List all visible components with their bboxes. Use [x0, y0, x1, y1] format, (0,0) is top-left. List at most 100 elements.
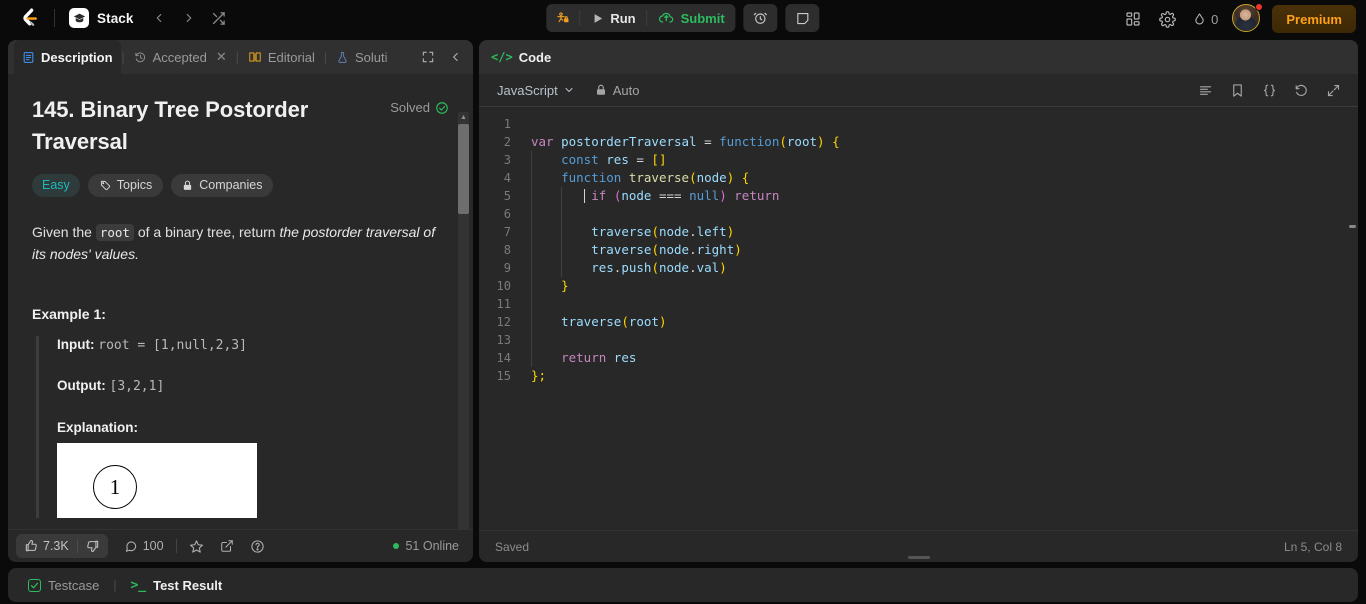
- code-line[interactable]: 6: [479, 205, 1358, 223]
- fullscreen-icon[interactable]: [415, 44, 441, 70]
- code-lines[interactable]: 1 2 var postorderTraversal = function(root…: [479, 107, 1358, 385]
- code-line-text[interactable]: traverse(node.left): [521, 223, 734, 241]
- code-tab[interactable]: </> Code: [491, 50, 551, 65]
- collapse-panel-button[interactable]: [443, 44, 469, 70]
- close-icon[interactable]: ✕: [216, 49, 227, 65]
- companies-label: Companies: [199, 178, 263, 193]
- code-token: ): [817, 134, 825, 149]
- code-line[interactable]: 14 return res: [479, 349, 1358, 367]
- code-line[interactable]: 11: [479, 295, 1358, 313]
- statement-part-1: Given the: [32, 223, 96, 240]
- expand-arrows-icon[interactable]: [1318, 76, 1348, 104]
- tab-description[interactable]: Description: [14, 40, 121, 74]
- streak-counter[interactable]: 0: [1186, 12, 1224, 27]
- code-token: push: [621, 260, 652, 275]
- scrollbar-thumb[interactable]: [458, 124, 469, 214]
- indent-guide: [531, 151, 532, 169]
- code-line[interactable]: 10 }: [479, 277, 1358, 295]
- code-line-text[interactable]: return res: [521, 349, 636, 367]
- tab-test-result[interactable]: >_ Test Result: [126, 578, 226, 593]
- help-button[interactable]: [242, 534, 273, 558]
- code-line[interactable]: 1: [479, 115, 1358, 133]
- tab-editorial[interactable]: Editorial: [240, 40, 323, 74]
- example-output-value: [3,2,1]: [109, 379, 165, 395]
- code-line[interactable]: 8 traverse(node.right): [479, 241, 1358, 259]
- upvote-button[interactable]: 7.3K: [16, 534, 77, 558]
- comments-button[interactable]: 100: [116, 534, 172, 558]
- code-line-text[interactable]: [521, 295, 532, 313]
- favorite-button[interactable]: [181, 534, 212, 558]
- forward-button[interactable]: [176, 5, 202, 31]
- code-line-text[interactable]: res.push(node.val): [521, 259, 727, 277]
- difficulty-chip[interactable]: Easy: [32, 173, 80, 197]
- premium-button[interactable]: Premium: [1272, 5, 1356, 33]
- code-line-text[interactable]: [521, 331, 532, 349]
- code-token: traverse: [628, 170, 690, 185]
- tab-accepted[interactable]: Accepted ✕: [126, 40, 235, 74]
- reset-undo-icon[interactable]: [1286, 76, 1316, 104]
- vote-group: 7.3K: [16, 534, 108, 558]
- code-line-text[interactable]: function traverse(node) {: [521, 169, 749, 187]
- note-button[interactable]: [785, 4, 820, 32]
- code-token: res: [591, 260, 614, 275]
- code-line-text[interactable]: traverse(root): [521, 313, 667, 331]
- code-token: left: [696, 224, 727, 239]
- leetcode-logo-icon[interactable]: [18, 7, 40, 29]
- settings-button[interactable]: [1152, 5, 1182, 33]
- example-input-value: root = [1,null,2,3]: [98, 338, 247, 354]
- code-line-text[interactable]: };: [521, 367, 546, 385]
- curly-braces-icon[interactable]: [1254, 76, 1284, 104]
- code-line-text[interactable]: var postorderTraversal = function(root) …: [521, 133, 840, 151]
- code-token: node: [696, 170, 727, 185]
- online-label: 51 Online: [405, 539, 459, 553]
- user-avatar[interactable]: [1232, 3, 1264, 34]
- format-lines-icon[interactable]: [1190, 76, 1220, 104]
- description-scrollbar[interactable]: ▲ ▼: [458, 112, 469, 529]
- code-editor[interactable]: 1 2 var postorderTraversal = function(root…: [479, 107, 1358, 530]
- downvote-button[interactable]: [78, 534, 108, 558]
- code-line[interactable]: 9 res.push(node.val): [479, 259, 1358, 277]
- tag-chips: Easy Topics Companies: [32, 173, 449, 197]
- scrollbar-up-arrow[interactable]: ▲: [458, 112, 469, 123]
- code-line-text[interactable]: [521, 205, 563, 223]
- code-line-text[interactable]: }: [521, 277, 569, 295]
- code-line[interactable]: 3 const res = []: [479, 151, 1358, 169]
- back-button[interactable]: [146, 5, 172, 31]
- share-button[interactable]: [212, 534, 242, 558]
- panel-resize-handle[interactable]: [907, 556, 930, 559]
- testcase-tab-separator: |: [113, 578, 117, 592]
- stack-breadcrumb[interactable]: Stack: [69, 8, 134, 28]
- code-line[interactable]: 12 traverse(root): [479, 313, 1358, 331]
- auto-lock-toggle[interactable]: Auto: [595, 83, 639, 98]
- indent-guide: [561, 223, 563, 241]
- tab-testcase[interactable]: Testcase: [24, 578, 103, 593]
- topics-chip[interactable]: Topics: [87, 173, 164, 197]
- code-line[interactable]: 13: [479, 331, 1358, 349]
- indent-guide: [531, 349, 532, 367]
- code-line[interactable]: 4 function traverse(node) {: [479, 169, 1358, 187]
- alarm-clock-icon: [753, 10, 769, 26]
- code-line-text[interactable]: traverse(node.right): [521, 241, 742, 259]
- debug-button[interactable]: [546, 4, 580, 32]
- code-line[interactable]: 7 traverse(node.left): [479, 223, 1358, 241]
- shuffle-icon[interactable]: [206, 5, 232, 31]
- timer-button[interactable]: [743, 4, 778, 32]
- submit-button[interactable]: Submit: [647, 4, 736, 32]
- apps-grid-button[interactable]: [1118, 5, 1148, 33]
- code-line[interactable]: 2 var postorderTraversal = function(root)…: [479, 133, 1358, 151]
- code-line-text[interactable]: const res = []: [521, 151, 666, 169]
- run-button[interactable]: Run: [580, 4, 647, 32]
- companies-chip[interactable]: Companies: [171, 173, 274, 197]
- bookmark-icon[interactable]: [1222, 76, 1252, 104]
- code-line[interactable]: 15};: [479, 367, 1358, 385]
- editor-scrollbar-thumb[interactable]: [1349, 225, 1356, 228]
- code-line-text[interactable]: if (node === null) return: [521, 187, 779, 205]
- editor-scrollbar[interactable]: [1348, 107, 1358, 530]
- code-token: (: [779, 134, 787, 149]
- code-token: {: [741, 170, 750, 185]
- code-line[interactable]: 5 if (node === null) return: [479, 187, 1358, 205]
- code-line-text[interactable]: [521, 115, 531, 133]
- editor-actions-group: Run Submit: [546, 4, 736, 32]
- language-selector[interactable]: JavaScript: [491, 80, 581, 101]
